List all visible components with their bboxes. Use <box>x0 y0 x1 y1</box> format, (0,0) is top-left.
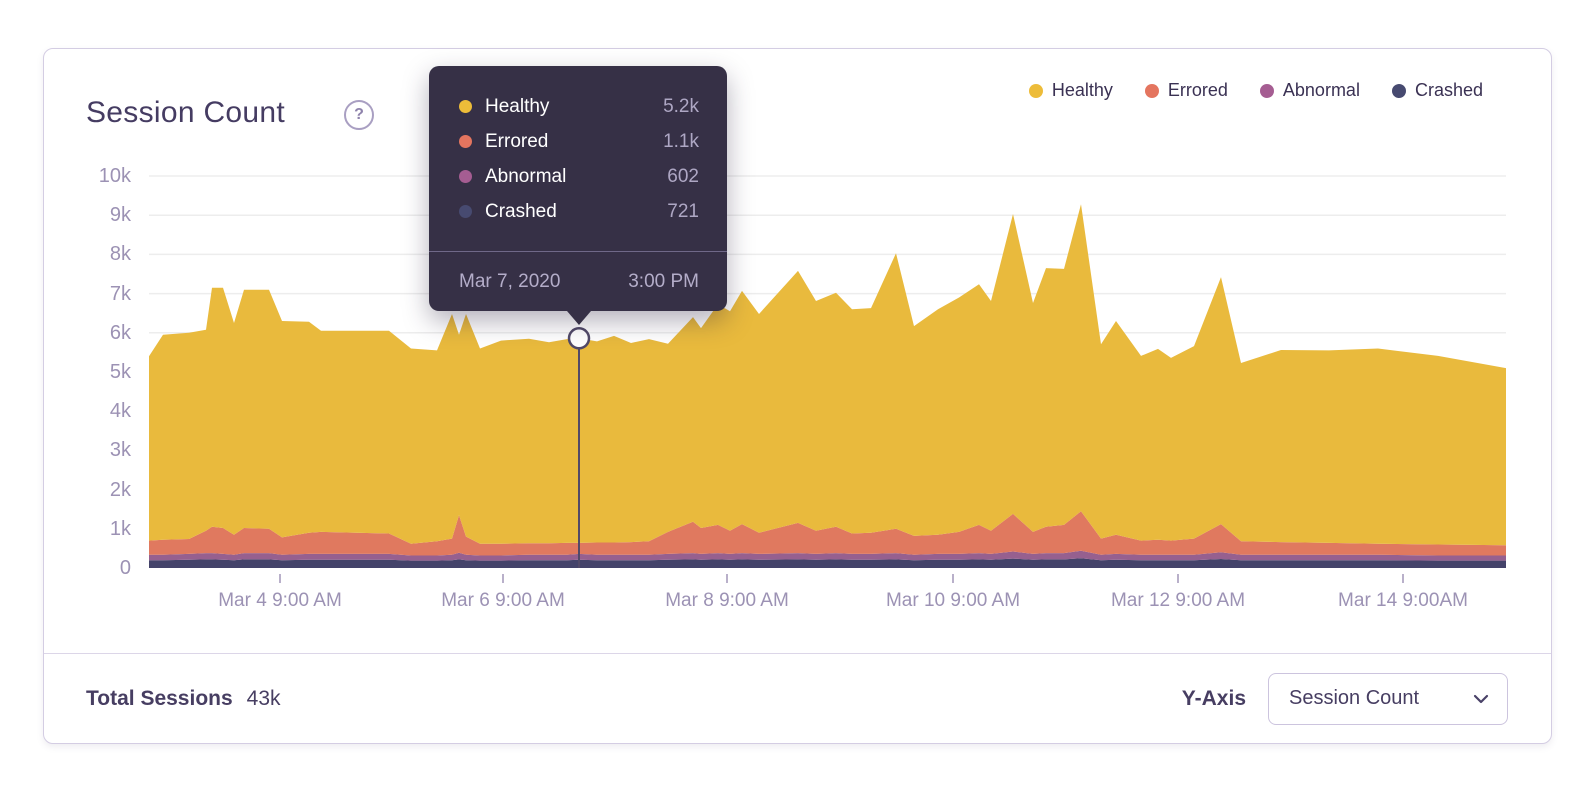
y-axis-label: 9k <box>44 202 131 228</box>
tooltip-swatch-icon <box>459 135 472 148</box>
page-title: Session Count <box>86 96 285 130</box>
tooltip-series-label: Healthy <box>485 96 663 118</box>
tooltip-series-value: 1.1k <box>663 131 699 153</box>
x-axis-label: Mar 8 9:00 AM <box>627 590 827 612</box>
y-axis-label: 8k <box>44 241 131 267</box>
chart-legend: Healthy Errored Abnormal Crashed <box>1029 80 1483 101</box>
yaxis-select[interactable]: Session Count <box>1268 673 1508 725</box>
yaxis-label: Y-Axis <box>1182 687 1246 711</box>
y-axis-label: 10k <box>44 163 131 189</box>
total-sessions-value: 43k <box>247 687 281 711</box>
stacked-area-chart <box>149 176 1506 568</box>
yaxis-select-value: Session Count <box>1289 687 1419 710</box>
tooltip-row-abnormal: Abnormal602 <box>459 159 699 194</box>
x-axis-label: Mar 4 9:00 AM <box>180 590 380 612</box>
tooltip-series-label: Abnormal <box>485 166 667 188</box>
legend-swatch-icon <box>1029 84 1043 98</box>
x-axis-tick <box>279 574 281 583</box>
tooltip-row-crashed: Crashed721 <box>459 194 699 229</box>
x-axis-tick <box>726 574 728 583</box>
y-axis-label: 5k <box>44 359 131 385</box>
x-axis-label: Mar 6 9:00 AM <box>403 590 603 612</box>
tooltip-swatch-icon <box>459 100 472 113</box>
tooltip-rows: Healthy5.2kErrored1.1kAbnormal602Crashed… <box>429 66 727 229</box>
y-axis-label: 0 <box>44 555 131 581</box>
x-axis-label: Mar 12 9:00 AM <box>1078 590 1278 612</box>
y-axis-label: 2k <box>44 477 131 503</box>
card-footer: Total Sessions 43k Y-Axis Session Count <box>44 653 1551 743</box>
x-axis-tick <box>502 574 504 583</box>
y-axis-labels: 10k9k8k7k6k5k4k3k2k1k0 <box>44 176 131 568</box>
legend-item-label: Crashed <box>1415 80 1483 101</box>
tooltip-row-errored: Errored1.1k <box>459 124 699 159</box>
tooltip-swatch-icon <box>459 170 472 183</box>
legend-swatch-icon <box>1260 84 1274 98</box>
area-series-healthy <box>149 204 1506 545</box>
legend-item-errored[interactable]: Errored <box>1145 80 1228 101</box>
legend-swatch-icon <box>1145 84 1159 98</box>
x-axis-tick <box>1402 574 1404 583</box>
y-axis-label: 6k <box>44 320 131 346</box>
x-axis-tick <box>952 574 954 583</box>
tooltip-series-value: 602 <box>667 166 699 188</box>
legend-swatch-icon <box>1392 84 1406 98</box>
tooltip-pointer-icon <box>567 311 591 325</box>
y-axis-label: 3k <box>44 437 131 463</box>
chevron-down-icon <box>1473 694 1489 704</box>
tooltip-series-value: 5.2k <box>663 96 699 118</box>
legend-item-crashed[interactable]: Crashed <box>1392 80 1483 101</box>
tooltip-series-value: 721 <box>667 201 699 223</box>
legend-item-healthy[interactable]: Healthy <box>1029 80 1113 101</box>
tooltip-series-label: Crashed <box>485 201 667 223</box>
x-axis-label: Mar 14 9:00AM <box>1303 590 1503 612</box>
x-axis-label: Mar 10 9:00 AM <box>853 590 1053 612</box>
chart-tooltip: Healthy5.2kErrored1.1kAbnormal602Crashed… <box>429 66 727 311</box>
y-axis-label: 1k <box>44 516 131 542</box>
total-sessions-label: Total Sessions <box>86 687 233 711</box>
legend-item-label: Healthy <box>1052 80 1113 101</box>
tooltip-series-label: Errored <box>485 131 663 153</box>
tooltip-swatch-icon <box>459 205 472 218</box>
help-icon[interactable]: ? <box>344 100 374 130</box>
y-axis-label: 7k <box>44 281 131 307</box>
legend-item-label: Abnormal <box>1283 80 1360 101</box>
x-axis-tick <box>1177 574 1179 583</box>
legend-item-abnormal[interactable]: Abnormal <box>1260 80 1360 101</box>
y-axis-label: 4k <box>44 398 131 424</box>
tooltip-time: 3:00 PM <box>628 271 699 293</box>
tooltip-row-healthy: Healthy5.2k <box>459 89 699 124</box>
session-count-card: Session Count ? Healthy Errored Abnormal Cr… <box>43 48 1552 744</box>
marker-point <box>569 328 589 348</box>
chart-plot-area[interactable]: Healthy5.2kErrored1.1kAbnormal602Crashed… <box>149 176 1506 568</box>
tooltip-footer: Mar 7, 2020 3:00 PM <box>429 252 727 311</box>
tooltip-date: Mar 7, 2020 <box>459 271 560 293</box>
legend-item-label: Errored <box>1168 80 1228 101</box>
